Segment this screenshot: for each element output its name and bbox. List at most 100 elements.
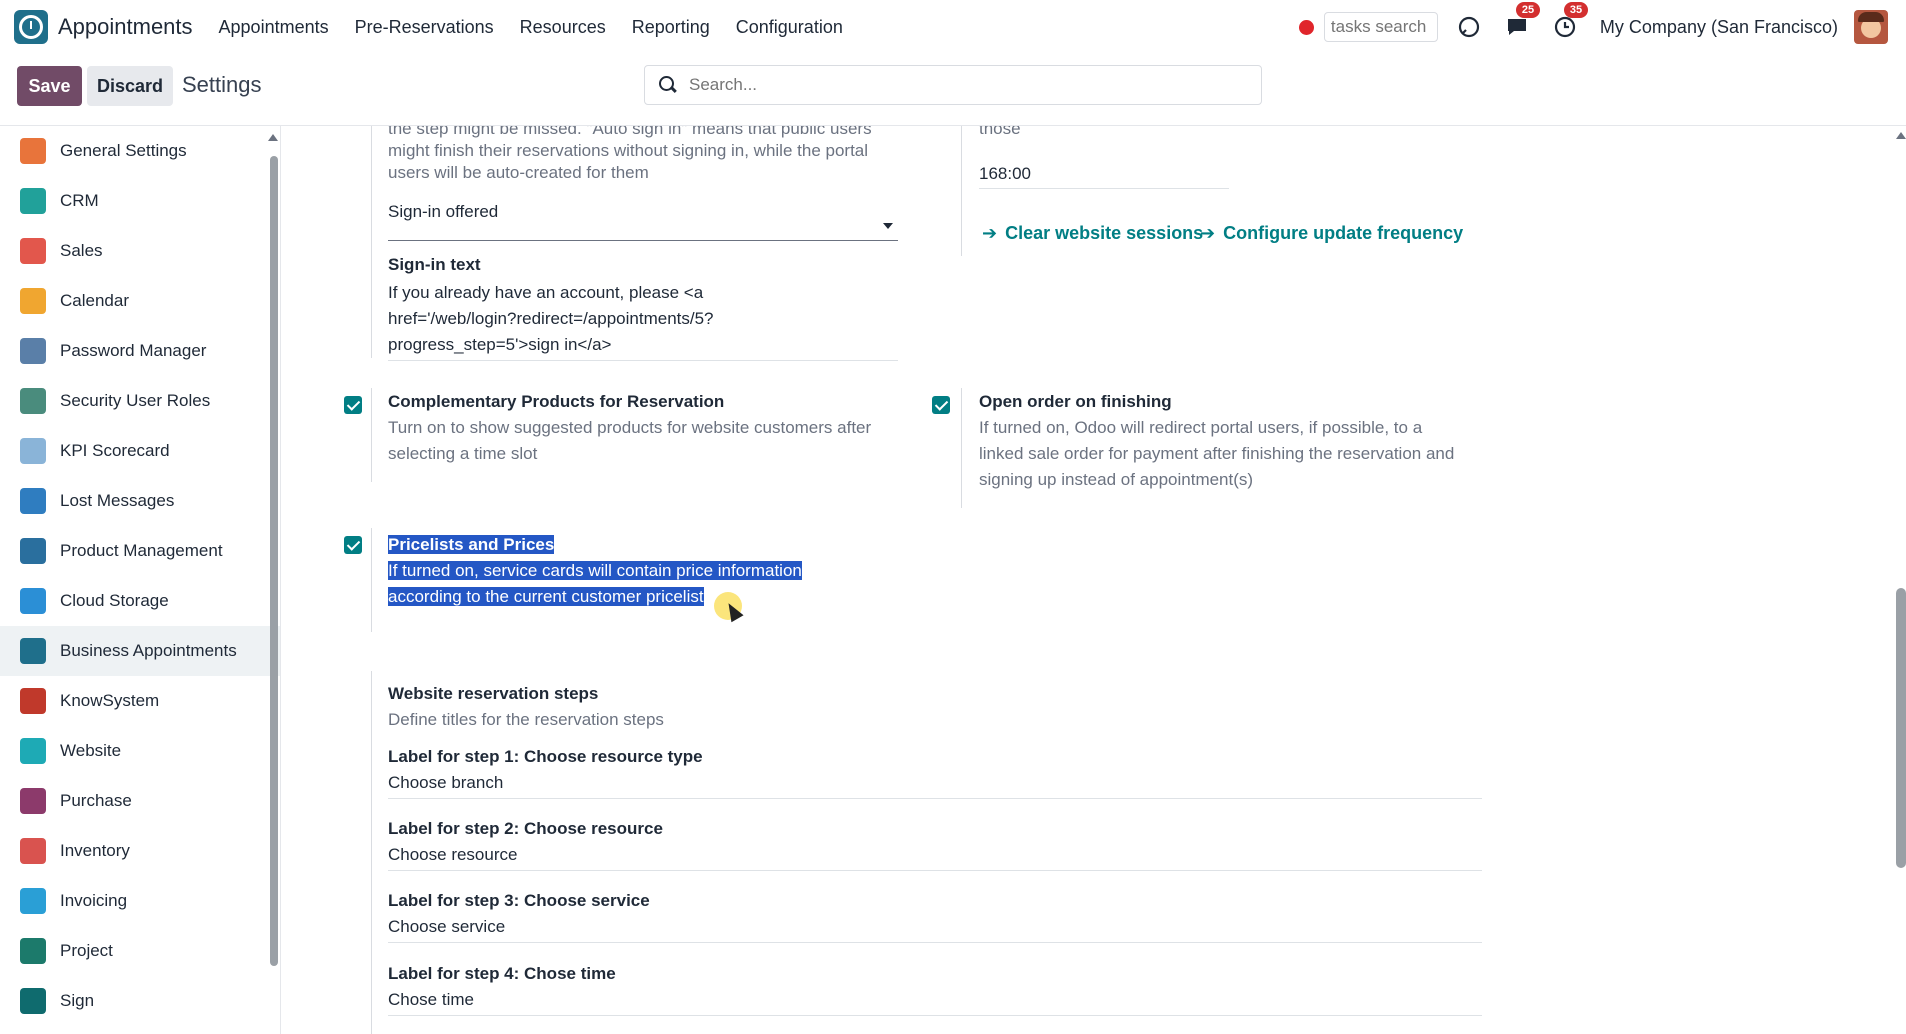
sidebar-item-label: Invoicing <box>60 891 128 910</box>
sidebar-item-invoicing[interactable]: Invoicing <box>0 876 280 926</box>
divider <box>371 528 372 632</box>
field-underline <box>979 188 1229 189</box>
activities-clock-icon[interactable]: 35 <box>1552 2 1589 40</box>
step-4-input[interactable]: Chose time <box>388 987 474 1013</box>
crm-icon <box>20 188 46 214</box>
sidebar-item-kpi-scorecard[interactable]: KPI Scorecard <box>0 426 280 476</box>
pricelists-description: If turned on, service cards will contain… <box>388 558 802 584</box>
security-roles-icon <box>20 388 46 414</box>
sidebar-scroll-up-icon[interactable] <box>268 134 278 141</box>
step-3-input[interactable]: Choose service <box>388 914 505 940</box>
signin-text-value-line[interactable]: href='/web/login?redirect=/appointments/… <box>388 306 714 332</box>
search-input[interactable] <box>689 75 1209 95</box>
kpi-scorecard-icon <box>20 438 46 464</box>
page-title: Settings <box>182 72 262 97</box>
sidebar-item-website[interactable]: Website <box>0 726 280 776</box>
complementary-products-description: selecting a time slot <box>388 444 538 463</box>
complementary-products-checkbox[interactable] <box>344 396 362 414</box>
step-1-input[interactable]: Choose branch <box>388 770 503 796</box>
sidebar-item-cloud-storage[interactable]: Cloud Storage <box>0 576 280 626</box>
tasks-search-input[interactable] <box>1323 12 1438 42</box>
signin-text-label: Sign-in text <box>388 255 481 274</box>
sidebar-item-business-appointments[interactable]: Business Appointments <box>0 626 280 676</box>
sidebar-item-label: Business Appointments <box>60 641 237 660</box>
sidebar-item-label: Product Management <box>60 541 223 560</box>
top-navbar: Appointments Appointments Pre-Reservatio… <box>0 0 1906 54</box>
sidebar-item-product-management[interactable]: Product Management <box>0 526 280 576</box>
user-avatar[interactable] <box>1854 10 1888 44</box>
menu-resources[interactable]: Resources <box>520 17 606 38</box>
settings-search-box[interactable] <box>644 65 1262 105</box>
menu-appointments[interactable]: Appointments <box>219 17 329 38</box>
menu-configuration[interactable]: Configuration <box>736 17 843 38</box>
sidebar-item-label: Lost Messages <box>60 491 175 510</box>
appointments-app-icon[interactable] <box>14 10 48 44</box>
sales-icon <box>20 238 46 264</box>
clear-website-sessions-link[interactable]: ➔ Clear website sessions <box>982 223 1203 244</box>
signin-text-value-line[interactable]: progress_step=5'>sign in</a> <box>388 332 611 358</box>
field-underline <box>388 870 1482 871</box>
link-label: Configure update frequency <box>1223 223 1464 243</box>
sidebar-item-label: Calendar <box>60 291 129 310</box>
sidebar-item-calendar[interactable]: Calendar <box>0 276 280 326</box>
sidebar-item-label: Password Manager <box>60 341 207 360</box>
app-name[interactable]: Appointments <box>58 14 193 40</box>
selected-text: Pricelists and Prices <box>388 535 555 554</box>
open-order-description: linked sale order for payment after fini… <box>979 444 1455 463</box>
sidebar-scrollbar[interactable] <box>270 156 278 966</box>
sidebar-item-sales[interactable]: Sales <box>0 226 280 276</box>
save-button[interactable]: Save <box>17 66 82 106</box>
recording-indicator-icon[interactable] <box>1298 19 1314 35</box>
sidebar-item-label: Website <box>60 741 122 760</box>
complementary-products-title: Complementary Products for Reservation <box>388 392 725 411</box>
messages-count-badge: 25 <box>1515 2 1541 18</box>
sidebar-item-inventory[interactable]: Inventory <box>0 826 280 876</box>
pricelists-description: according to the current customer pricel… <box>388 584 704 610</box>
sidebar-item-label: Project <box>60 941 113 960</box>
step-2-input[interactable]: Choose resource <box>388 842 517 868</box>
content-scroll-up-icon[interactable] <box>1896 132 1906 139</box>
sidebar-item-label: CRM <box>60 191 99 210</box>
duration-field[interactable]: 168:00 <box>979 161 1031 187</box>
discard-button[interactable]: Discard <box>87 66 173 106</box>
signin-text-value-line[interactable]: If you already have an account, please <… <box>388 280 703 306</box>
link-label: Clear website sessions <box>1005 223 1204 243</box>
sidebar-item-purchase[interactable]: Purchase <box>0 776 280 826</box>
menu-reporting[interactable]: Reporting <box>632 17 710 38</box>
divider <box>371 671 372 1034</box>
sidebar-item-crm[interactable]: CRM <box>0 176 280 226</box>
configure-update-frequency-link[interactable]: ➔ Configure update frequency <box>1200 223 1463 244</box>
messages-icon[interactable]: 25 <box>1504 2 1541 40</box>
open-order-checkbox[interactable] <box>932 396 950 414</box>
sidebar-item-label: Security User Roles <box>60 391 211 410</box>
sidebar-item-password-manager[interactable]: Password Manager <box>0 326 280 376</box>
step-3-label: Label for step 3: Choose service <box>388 891 650 910</box>
chevron-down-icon[interactable] <box>883 223 893 229</box>
lost-messages-icon <box>20 488 46 514</box>
sidebar-item-sign[interactable]: Sign <box>0 976 280 1026</box>
reservation-steps-description: Define titles for the reservation steps <box>388 710 664 729</box>
field-underline <box>388 1015 1482 1016</box>
pricelists-checkbox[interactable] <box>344 536 362 554</box>
open-order-description: signing up instead of appointment(s) <box>979 470 1254 489</box>
sidebar-item-lost-messages[interactable]: Lost Messages <box>0 476 280 526</box>
sidebar-item-project[interactable]: Project <box>0 926 280 976</box>
general-settings-icon <box>20 138 46 164</box>
complementary-products-description: Turn on to show suggested products for w… <box>388 418 872 437</box>
inventory-icon <box>20 838 46 864</box>
menu-pre-reservations[interactable]: Pre-Reservations <box>355 17 494 38</box>
sidebar-item-knowsystem[interactable]: KnowSystem <box>0 676 280 726</box>
sidebar-item-security-user-roles[interactable]: Security User Roles <box>0 376 280 426</box>
content-scrollbar[interactable] <box>1896 588 1906 868</box>
knowsystem-icon <box>20 688 46 714</box>
voip-phone-icon[interactable] <box>1456 14 1482 40</box>
activities-count-badge: 35 <box>1563 2 1589 18</box>
website-text-fragment: those <box>979 126 1021 138</box>
project-icon <box>20 938 46 964</box>
sidebar-item-general-settings[interactable]: General Settings <box>0 126 280 176</box>
step-4-label: Label for step 4: Chose time <box>388 964 616 983</box>
sidebar-list: General Settings CRM Sales Calendar Password… <box>0 126 280 1026</box>
signin-mode-select[interactable]: Sign-in offered <box>388 199 498 225</box>
settings-sidebar: General Settings CRM Sales Calendar Password… <box>0 126 281 1034</box>
company-switcher[interactable]: My Company (San Francisco) <box>1600 17 1838 38</box>
